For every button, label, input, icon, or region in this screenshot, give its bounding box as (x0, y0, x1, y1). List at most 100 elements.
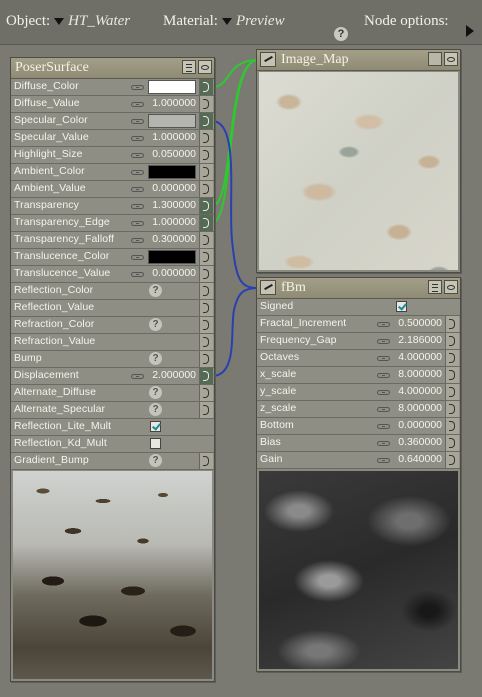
param-row-translucence-value[interactable]: Translucence_Value 0.000000 (11, 266, 214, 283)
plug-icon[interactable] (260, 280, 276, 295)
link-icon[interactable] (131, 187, 144, 192)
param-value[interactable]: 0.500000 (398, 317, 442, 329)
param-row-ambient-value[interactable]: Ambient_Value 0.000000 (11, 181, 214, 198)
input-plug-icon[interactable] (199, 351, 213, 367)
param-row-diffuse-color[interactable]: Diffuse_Color (11, 79, 214, 96)
input-plug-icon[interactable] (199, 300, 213, 316)
link-icon[interactable] (131, 238, 144, 243)
fbm-node[interactable]: fBm Signed Fractal_Increment 0.500000 Frequ… (256, 277, 461, 672)
param-row-specular-color[interactable]: Specular_Color (11, 113, 214, 130)
color-swatch[interactable] (148, 114, 196, 128)
image-map-node[interactable]: Image_Map (256, 49, 461, 273)
link-icon[interactable] (131, 272, 144, 277)
input-plug-icon[interactable] (199, 283, 213, 299)
param-row-gain[interactable]: Gain 0.640000 (257, 452, 460, 469)
param-row-frequency-gap[interactable]: Frequency_Gap 2.186000 (257, 333, 460, 350)
link-icon[interactable] (131, 255, 144, 260)
param-row-bias[interactable]: Bias 0.360000 (257, 435, 460, 452)
param-row-gradient-bump[interactable]: Gradient_Bump? (11, 453, 214, 470)
param-row-reflection-kd-mult[interactable]: Reflection_Kd_Mult (11, 436, 214, 453)
input-plug-icon[interactable] (199, 317, 213, 333)
input-plug-icon[interactable] (199, 198, 213, 214)
color-swatch[interactable] (148, 80, 196, 94)
param-value[interactable]: 4.000000 (398, 351, 442, 363)
param-row-transparency-edge[interactable]: Transparency_Edge 1.000000 (11, 215, 214, 232)
input-plug-icon[interactable] (199, 368, 213, 384)
link-icon[interactable] (131, 102, 144, 107)
param-row-translucence-color[interactable]: Translucence_Color (11, 249, 214, 266)
link-icon[interactable] (377, 424, 390, 429)
link-icon[interactable] (377, 322, 390, 327)
input-plug-icon[interactable] (199, 385, 213, 401)
param-value[interactable]: 1.000000 (152, 97, 196, 109)
param-value[interactable]: 4.000000 (398, 385, 442, 397)
param-row-transparency-falloff[interactable]: Transparency_Falloff 0.300000 (11, 232, 214, 249)
param-row-specular-value[interactable]: Specular_Value 1.000000 (11, 130, 214, 147)
help-icon[interactable]: ? (149, 318, 162, 331)
param-value[interactable]: 1.300000 (152, 199, 196, 211)
input-plug-icon[interactable] (199, 402, 213, 418)
link-icon[interactable] (131, 136, 144, 141)
param-row-highlight-size[interactable]: Highlight_Size 0.050000 (11, 147, 214, 164)
param-row-diffuse-value[interactable]: Diffuse_Value 1.000000 (11, 96, 214, 113)
param-value[interactable]: 8.000000 (398, 368, 442, 380)
param-row-reflection-lite-mult[interactable]: Reflection_Lite_Mult (11, 419, 214, 436)
collapse-icon[interactable] (428, 52, 442, 66)
link-icon[interactable] (131, 204, 144, 209)
color-swatch[interactable] (148, 165, 196, 179)
input-plug-icon[interactable] (445, 384, 459, 400)
link-icon[interactable] (377, 339, 390, 344)
input-plug-icon[interactable] (199, 147, 213, 163)
link-icon[interactable] (377, 373, 390, 378)
param-row-reflection-value[interactable]: Reflection_Value (11, 300, 214, 317)
param-value[interactable]: 0.300000 (152, 233, 196, 245)
param-value[interactable]: 0.640000 (398, 453, 442, 465)
link-icon[interactable] (377, 390, 390, 395)
eye-icon[interactable] (198, 60, 212, 74)
help-icon[interactable]: ? (149, 403, 162, 416)
param-value[interactable]: 0.000000 (152, 267, 196, 279)
param-row-alternate-diffuse[interactable]: Alternate_Diffuse? (11, 385, 214, 402)
param-row-y-scale[interactable]: y_scale 4.000000 (257, 384, 460, 401)
input-plug-icon[interactable] (199, 232, 213, 248)
input-plug-icon[interactable] (199, 113, 213, 129)
input-plug-icon[interactable] (445, 418, 459, 434)
list-icon[interactable] (182, 60, 196, 74)
input-plug-icon[interactable] (445, 333, 459, 349)
link-icon[interactable] (377, 356, 390, 361)
eye-icon[interactable] (444, 280, 458, 294)
input-plug-icon[interactable] (199, 130, 213, 146)
checkbox[interactable] (396, 301, 407, 312)
checkbox[interactable] (150, 438, 161, 449)
param-value[interactable]: 1.000000 (152, 131, 196, 143)
poser-surface-node[interactable]: PoserSurface Diffuse_Color Diffuse_Value 1… (10, 57, 215, 682)
help-icon[interactable]: ? (149, 284, 162, 297)
param-value[interactable]: 2.000000 (152, 369, 196, 381)
param-value[interactable]: 0.050000 (152, 148, 196, 160)
poser-surface-header[interactable]: PoserSurface (11, 58, 214, 79)
param-row-octaves[interactable]: Octaves 4.000000 (257, 350, 460, 367)
checkbox[interactable] (150, 421, 161, 432)
param-value[interactable]: 2.186000 (398, 334, 442, 346)
help-button[interactable]: ? (334, 25, 348, 42)
param-value[interactable]: 0.360000 (398, 436, 442, 448)
param-row-alternate-specular[interactable]: Alternate_Specular? (11, 402, 214, 419)
param-value[interactable]: 1.000000 (152, 216, 196, 228)
link-icon[interactable] (131, 153, 144, 158)
link-icon[interactable] (377, 458, 390, 463)
plug-icon[interactable] (260, 52, 276, 67)
param-row-bottom[interactable]: Bottom 0.000000 (257, 418, 460, 435)
param-row-fractal-increment[interactable]: Fractal_Increment 0.500000 (257, 316, 460, 333)
input-plug-icon[interactable] (445, 350, 459, 366)
help-icon[interactable]: ? (149, 454, 162, 467)
image-map-header[interactable]: Image_Map (257, 50, 460, 71)
param-row-signed[interactable]: Signed (257, 299, 460, 316)
param-row-transparency[interactable]: Transparency 1.300000 (11, 198, 214, 215)
object-selector[interactable]: Object: HT_Water (6, 13, 130, 30)
input-plug-icon[interactable] (445, 435, 459, 451)
link-icon[interactable] (131, 221, 144, 226)
param-row-bump[interactable]: Bump? (11, 351, 214, 368)
material-selector[interactable]: Material: Preview (163, 13, 285, 30)
fbm-header[interactable]: fBm (257, 278, 460, 299)
link-icon[interactable] (131, 119, 144, 124)
